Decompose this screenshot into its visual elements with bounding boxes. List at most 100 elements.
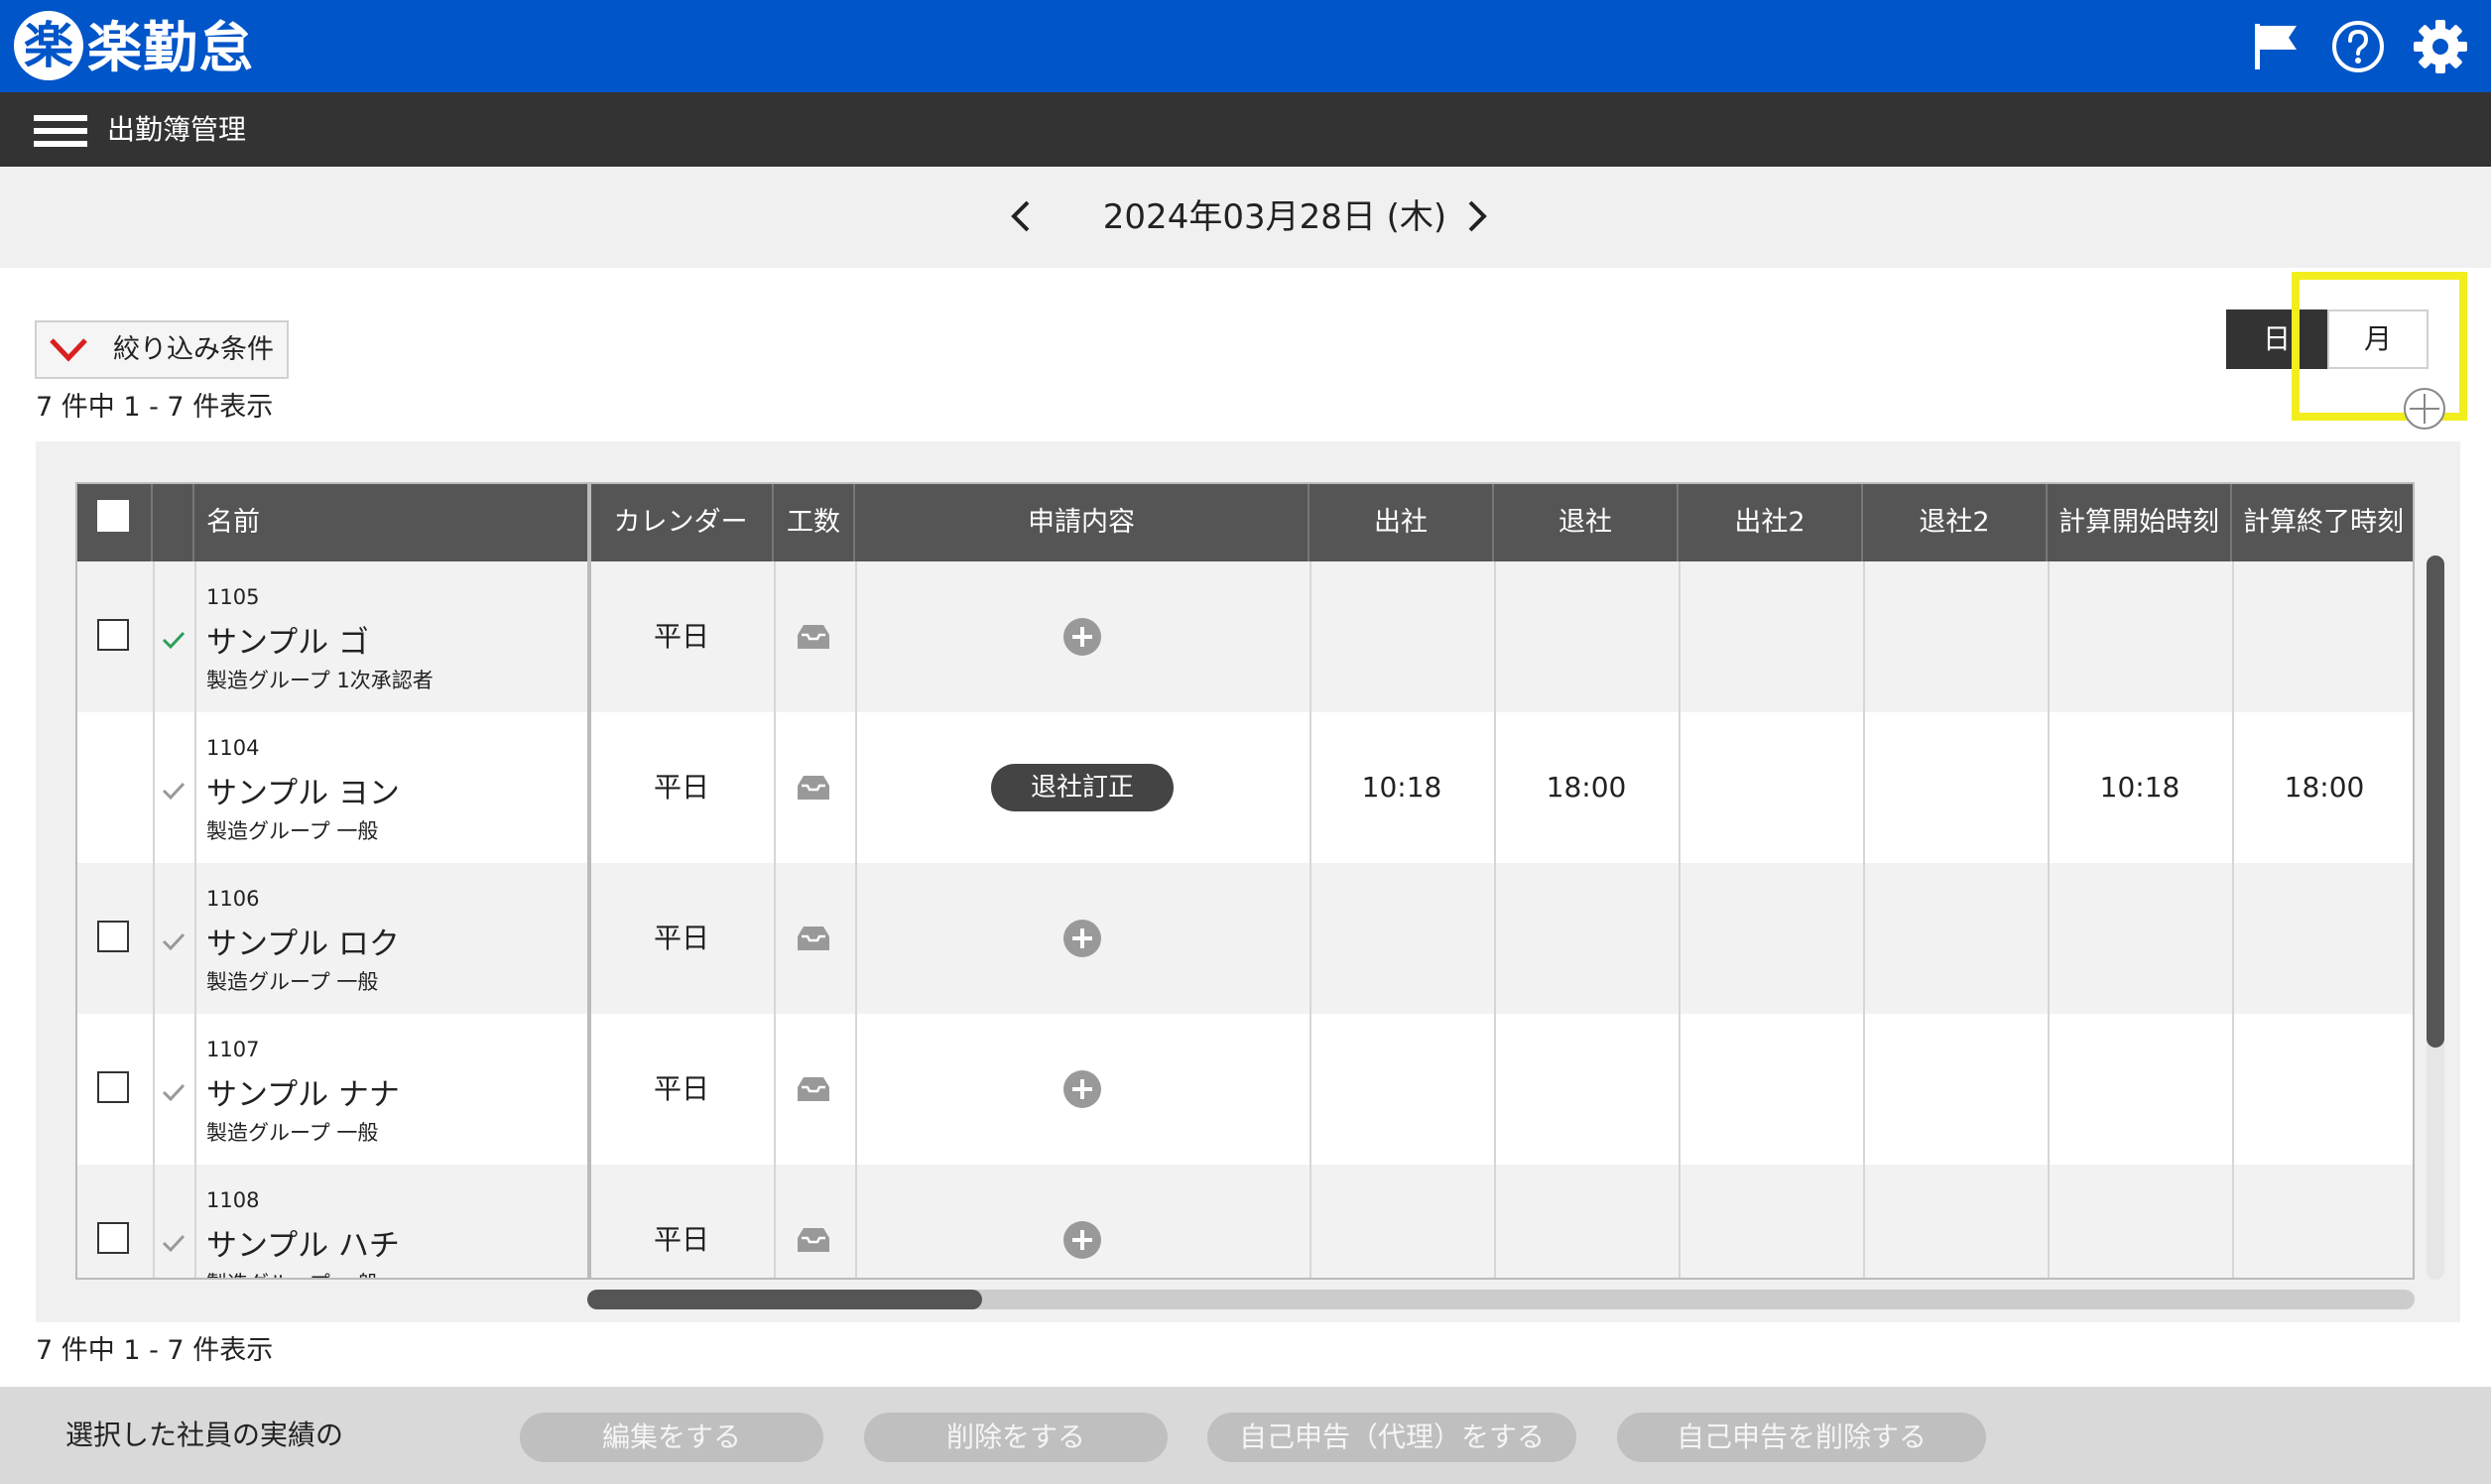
cell-calc-start: 10:18 [2099,771,2180,804]
gear-icon[interactable] [2412,18,2469,75]
frozen-divider [587,484,591,1278]
chevron-right-icon[interactable] [1454,194,1498,238]
check-icon [162,782,186,801]
cell-clock-in2 [1679,1165,1863,1278]
cell-clock-in: 10:18 [1361,771,1442,804]
cell-calendar: 平日 [653,771,709,804]
cell-calc-start [2048,561,2232,712]
inbox-icon[interactable] [794,1224,833,1256]
col-divider [1309,561,1311,1278]
check-icon [162,631,186,650]
employee-id: 1108 [206,1188,260,1212]
cell-clock-in [1309,1165,1494,1278]
cell-clock-out [1494,863,1679,1014]
result-count: 7 件中 1 - 7 件表示 [36,392,274,423]
cell-clock-out [1494,561,1679,712]
delete-button[interactable]: 削除をする [864,1413,1168,1462]
inbox-icon[interactable] [794,772,833,804]
employee-name[interactable]: サンプル ヨン [206,768,400,812]
employee-id: 1107 [206,1038,260,1061]
employee-name[interactable]: サンプル ナナ [206,1069,400,1114]
cell-clock-out [1494,1014,1679,1165]
cell-calendar: 平日 [653,1223,709,1256]
table-row[interactable]: 1106 サンプル ロク製造グループ 一般 平日 [77,863,2413,1014]
cell-calc-start [2048,863,2232,1014]
row-checkbox[interactable] [97,921,129,952]
flag-icon[interactable] [2247,18,2304,75]
cell-clock-in [1309,561,1494,712]
cell-clock-in2 [1679,1014,1863,1165]
header-request[interactable]: 申請内容 [855,484,1309,561]
help-icon[interactable] [2329,18,2387,75]
header-calendar[interactable]: カレンダー [589,484,774,561]
col-divider [2048,561,2050,1278]
header-clock-in2[interactable]: 出社2 [1679,484,1863,561]
add-request-icon[interactable] [1062,617,1102,657]
header-calc-start[interactable]: 計算開始時刻 [2048,484,2232,561]
app-logo-mark: 楽 [14,11,83,80]
cell-calendar: 平日 [653,1072,709,1105]
table-row[interactable]: 1108 サンプル ハチ製造グループ 一般 平日 [77,1165,2413,1278]
header-clock-out[interactable]: 退社 [1494,484,1679,561]
inbox-icon[interactable] [794,621,833,653]
add-request-icon[interactable] [1062,1220,1102,1260]
table-row[interactable]: 1105 サンプル ゴ製造グループ 1次承認者 平日 [77,561,2413,712]
table-body: 1105 サンプル ゴ製造グループ 1次承認者 平日 1104 サンプル ヨン 製造グルー… [77,561,2413,1278]
col-divider [1494,561,1496,1278]
table-row[interactable]: 1107 サンプル ナナ 製造グループ 一般 平日 [77,1014,2413,1165]
col-divider [855,561,857,1278]
edit-button[interactable]: 編集をする [520,1413,823,1462]
employee-name[interactable]: サンプル ハチ [206,1220,400,1265]
header-clock-in[interactable]: 出社 [1309,484,1494,561]
col-divider [194,561,196,1278]
row-checkbox[interactable] [97,1071,129,1103]
cell-calc-start [2048,1014,2232,1165]
hamburger-icon[interactable] [34,115,87,147]
header-calc-end[interactable]: 計算終了時刻 [2232,484,2413,561]
col-divider [1863,561,1865,1278]
cell-clock-out2 [1863,863,2048,1014]
cell-clock-out2 [1863,561,2048,712]
cell-clock-out2 [1863,1165,2048,1278]
self-report-proxy-button[interactable]: 自己申告（代理）をする [1207,1413,1576,1462]
sub-header [0,92,2491,167]
cell-clock-in2 [1679,561,1863,712]
inbox-icon[interactable] [794,1073,833,1105]
add-request-icon[interactable] [1062,1069,1102,1109]
inbox-icon[interactable] [794,923,833,954]
employee-group: 製造グループ 一般 [206,970,379,994]
header-select-all-cell [77,484,153,561]
cell-calc-end [2232,561,2413,712]
delete-self-report-button[interactable]: 自己申告を削除する [1617,1413,1986,1462]
col-divider [1679,561,1681,1278]
check-icon [162,932,186,951]
cell-clock-out: 18:00 [1546,771,1627,804]
employee-name[interactable]: サンプル ロク [206,919,400,963]
cell-clock-in2 [1679,863,1863,1014]
page-title: 出勤簿管理 [107,113,247,146]
cell-calc-end [2232,1165,2413,1278]
attendance-table: 名前 カレンダー 工数 申請内容 出社 退社 出社2 退社2 計算開始時刻 計算… [75,482,2415,1280]
horizontal-scrollbar-thumb[interactable] [587,1290,982,1309]
resize-handle-icon[interactable] [2402,386,2447,432]
employee-id: 1106 [206,887,260,911]
cell-calc-start [2048,1165,2232,1278]
employee-group: 製造グループ 一般 [206,819,379,843]
employee-name[interactable]: サンプル ゴ [206,617,369,662]
col-divider [2232,561,2234,1278]
header-clock-out2[interactable]: 退社2 [1863,484,2048,561]
select-all-checkbox[interactable] [97,500,129,532]
row-checkbox[interactable] [97,619,129,651]
cell-clock-out2 [1863,712,2048,863]
add-request-icon[interactable] [1062,919,1102,958]
vertical-scrollbar-thumb[interactable] [2427,556,2444,1048]
employee-group: 製造グループ 一般 [206,1268,378,1278]
table-row[interactable]: 1104 サンプル ヨン 製造グループ 一般 平日 10:18 18:00 10:18 18:… [77,712,2413,863]
chevron-left-icon[interactable] [1000,194,1044,238]
check-icon [162,1234,186,1253]
header-workload[interactable]: 工数 [774,484,855,561]
request-status-badge[interactable]: 退社訂正 [991,764,1174,811]
row-checkbox[interactable] [97,1222,129,1254]
cell-clock-in [1309,1014,1494,1165]
cell-calendar: 平日 [653,922,709,954]
